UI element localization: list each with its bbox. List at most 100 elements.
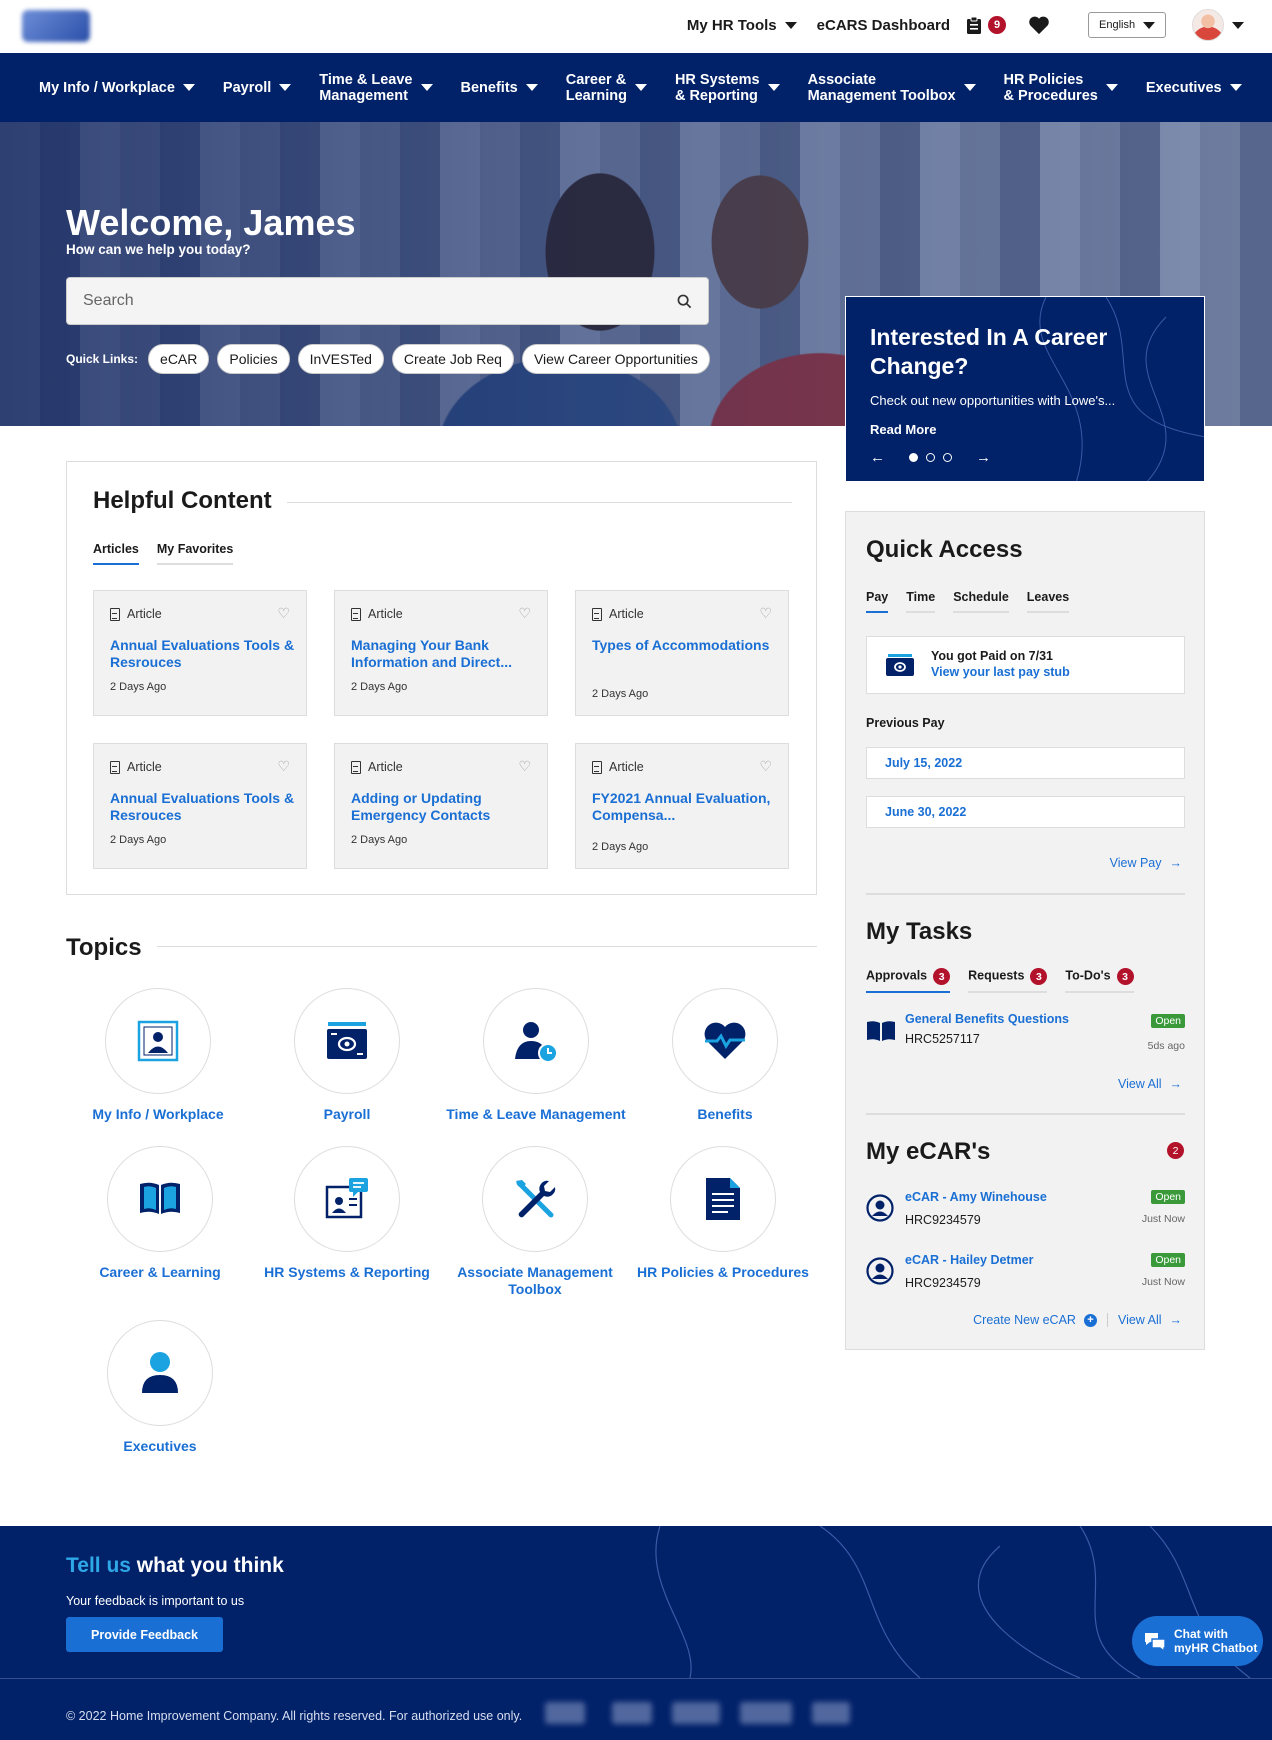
arrow-right-icon[interactable]: → <box>976 449 991 466</box>
nav-hr-systems[interactable]: HR Systems & Reporting <box>675 72 780 104</box>
topic-my-info-workplace[interactable]: My Info / Workplace <box>63 988 253 1123</box>
search-icon[interactable] <box>677 294 692 309</box>
tab-articles[interactable]: Articles <box>93 542 139 565</box>
article-card[interactable]: Article ♡ Managing Your Bank Information… <box>334 590 548 716</box>
quick-link-policies[interactable]: Policies <box>217 344 290 374</box>
tab-todos[interactable]: To-Do's 3 <box>1065 968 1134 993</box>
heart-outline-icon[interactable]: ♡ <box>759 758 772 775</box>
previous-pay-item[interactable]: June 30, 2022 <box>866 796 1185 828</box>
search-input[interactable] <box>83 292 677 310</box>
ecar-title[interactable]: eCAR - Amy Winehouse <box>905 1190 1047 1204</box>
nav-benefits[interactable]: Benefits <box>461 80 538 96</box>
tab-my-favorites[interactable]: My Favorites <box>156 542 234 565</box>
topic-executives[interactable]: Executives <box>65 1320 255 1455</box>
card-date: 2 Days Ago <box>110 834 167 846</box>
quick-link-invested[interactable]: InVESTed <box>297 344 384 374</box>
ecar-item[interactable]: eCAR - Amy Winehouse HRC9234579 Open Jus… <box>866 1190 1185 1234</box>
tab-requests[interactable]: Requests 3 <box>968 968 1048 993</box>
heart-outline-icon[interactable]: ♡ <box>518 758 531 775</box>
topic-hr-systems[interactable]: HR Systems & Reporting <box>252 1146 442 1281</box>
create-new-ecar-link[interactable]: Create New eCAR + <box>973 1313 1097 1327</box>
article-card[interactable]: Article ♡ Annual Evaluations Tools & Res… <box>93 743 307 869</box>
favorites-button[interactable] <box>1028 16 1050 35</box>
company-logo[interactable] <box>22 10 90 42</box>
heart-outline-icon[interactable]: ♡ <box>518 605 531 622</box>
view-pay-link[interactable]: View Pay → <box>1110 856 1182 870</box>
provide-feedback-button[interactable]: Provide Feedback <box>66 1617 223 1652</box>
nav-my-info-workplace[interactable]: My Info / Workplace <box>39 80 195 96</box>
view-all-label: View All <box>1117 1313 1162 1327</box>
clipboard-button[interactable]: 9 <box>966 16 1006 35</box>
my-ecars-title: My eCAR's <box>866 1138 991 1165</box>
ecar-item[interactable]: eCAR - Hailey Detmer HRC9234579 Open Jus… <box>866 1253 1185 1297</box>
task-item[interactable]: General Benefits Questions HRC5257117 Op… <box>866 1012 1185 1052</box>
topic-label: Benefits <box>697 1106 753 1122</box>
article-card[interactable]: Article ♡ FY2021 Annual Evaluation, Comp… <box>575 743 789 869</box>
tab-pay[interactable]: Pay <box>866 590 889 613</box>
previous-pay-item[interactable]: July 15, 2022 <box>866 747 1185 779</box>
profile-menu[interactable] <box>1192 9 1244 41</box>
my-hr-tools-menu[interactable]: My HR Tools <box>687 17 797 34</box>
card-title[interactable]: FY2021 Annual Evaluation, Compensa... <box>592 790 777 824</box>
tab-leaves[interactable]: Leaves <box>1026 590 1070 613</box>
view-all-ecars-link[interactable]: View All → <box>1118 1313 1182 1327</box>
article-card[interactable]: Article ♡ Annual Evaluations Tools & Res… <box>93 590 307 716</box>
nav-career-learning[interactable]: Career & Learning <box>566 72 647 104</box>
language-select[interactable]: English <box>1088 12 1166 38</box>
chevron-down-icon <box>634 84 647 91</box>
article-card[interactable]: Article ♡ Adding or Updating Emergency C… <box>334 743 548 869</box>
title-divider <box>157 946 817 947</box>
carousel-dot-3[interactable] <box>943 453 952 462</box>
quick-link-create-job-req[interactable]: Create Job Req <box>391 344 514 374</box>
nav-hr-policies[interactable]: HR Policies & Procedures <box>1004 72 1118 104</box>
heart-outline-icon[interactable]: ♡ <box>277 758 290 775</box>
tab-approvals[interactable]: Approvals 3 <box>866 968 951 993</box>
nav-payroll[interactable]: Payroll <box>223 80 292 96</box>
topic-benefits[interactable]: Benefits <box>630 988 820 1123</box>
topic-circle <box>107 1320 213 1426</box>
card-title[interactable]: Managing Your Bank Information and Direc… <box>351 637 536 671</box>
nav-associate-toolbox[interactable]: Associate Management Toolbox <box>808 72 976 104</box>
article-card[interactable]: Article ♡ Types of Accommodations 2 Days… <box>575 590 789 716</box>
card-title[interactable]: Adding or Updating Emergency Contacts <box>351 790 536 824</box>
read-more-link[interactable]: Read More <box>870 422 936 437</box>
view-pay-stub-link[interactable]: View your last pay stub <box>931 665 1070 679</box>
topic-payroll[interactable]: Payroll <box>252 988 442 1123</box>
nav-label: HR Systems & Reporting <box>674 71 760 104</box>
task-id: HRC5257117 <box>905 1032 980 1046</box>
heart-outline-icon[interactable]: ♡ <box>759 605 772 622</box>
nav-executives[interactable]: Executives <box>1146 80 1242 96</box>
nav-time-leave[interactable]: Time & Leave Management <box>319 72 433 104</box>
ecar-title[interactable]: eCAR - Hailey Detmer <box>905 1253 1034 1267</box>
card-title[interactable]: Annual Evaluations Tools & Resrouces <box>110 790 295 824</box>
nav-label: HR Policies & Procedures <box>1003 71 1098 104</box>
carousel-dot-2[interactable] <box>926 453 935 462</box>
topic-time-leave[interactable]: Time & Leave Management <box>441 988 631 1123</box>
ecar-time: Just Now <box>1141 1213 1185 1225</box>
topics-title: Topics <box>66 934 142 961</box>
tab-schedule[interactable]: Schedule <box>953 590 1009 613</box>
tab-time[interactable]: Time <box>906 590 936 613</box>
topic-circle <box>482 1146 588 1252</box>
topic-career-learning[interactable]: Career & Learning <box>65 1146 255 1281</box>
heart-outline-icon[interactable]: ♡ <box>277 605 290 622</box>
card-title[interactable]: Types of Accommodations <box>592 637 777 654</box>
task-title[interactable]: General Benefits Questions <box>905 1012 1069 1026</box>
book-icon <box>140 1182 180 1214</box>
carousel-dot-1[interactable] <box>909 453 918 462</box>
clipboard-count-badge: 9 <box>988 16 1006 34</box>
section-divider <box>866 1113 1185 1115</box>
status-badge: Open <box>1151 1014 1185 1028</box>
view-all-tasks-link[interactable]: View All → <box>1118 1077 1182 1091</box>
card-type: Article <box>592 760 644 774</box>
arrow-left-icon[interactable]: ← <box>870 449 885 466</box>
ecars-dashboard-link[interactable]: eCARS Dashboard <box>817 17 950 34</box>
quick-link-career-opportunities[interactable]: View Career Opportunities <box>521 344 710 374</box>
topic-associate-toolbox[interactable]: Associate Management Toolbox <box>440 1146 630 1298</box>
card-title[interactable]: Annual Evaluations Tools & Resrouces <box>110 637 295 671</box>
chevron-down-icon <box>1232 21 1244 29</box>
quick-link-ecar[interactable]: eCAR <box>148 344 210 374</box>
chatbot-button[interactable]: Chat with myHR Chatbot <box>1132 1616 1263 1666</box>
topic-hr-policies[interactable]: HR Policies & Procedures <box>628 1146 818 1281</box>
article-cards: Article ♡ Annual Evaluations Tools & Res… <box>93 590 789 869</box>
